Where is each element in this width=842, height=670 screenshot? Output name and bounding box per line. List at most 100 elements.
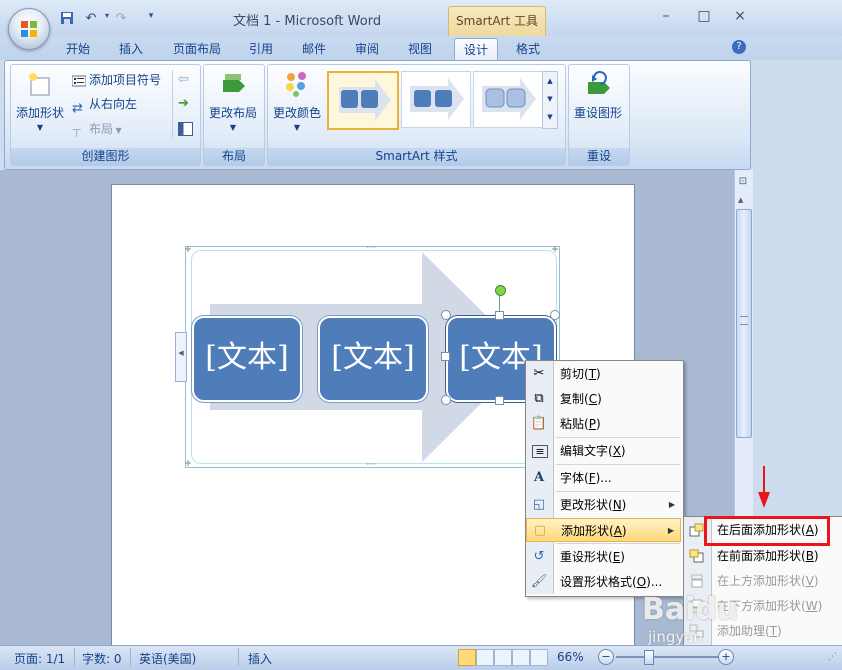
- group-label-reset: 重设: [569, 148, 629, 165]
- change-colors-label: 更改颜色: [272, 106, 321, 120]
- menu-item-paste[interactable]: 📋 粘贴(P): [526, 412, 681, 436]
- zoom-slider-knob[interactable]: [644, 650, 655, 665]
- tab-format[interactable]: 格式: [507, 38, 549, 60]
- zoom-out-button[interactable]: −: [598, 649, 614, 665]
- change-layout-button[interactable]: 更改布局 ▼: [205, 70, 261, 132]
- highlight-box: [704, 516, 830, 546]
- word-count[interactable]: 字数: 0: [82, 650, 122, 667]
- add-shape-icon: ▢: [533, 523, 547, 538]
- add-bullet-button[interactable]: 添加项目符号: [72, 70, 161, 90]
- draft-view-button[interactable]: [530, 649, 548, 666]
- office-button[interactable]: [8, 8, 50, 50]
- layout-dropdown[interactable]: ⊤ 布局 ▼: [72, 119, 122, 140]
- resize-handle[interactable]: [441, 310, 451, 320]
- submenu-item-add-above[interactable]: 在上方添加形状(V): [684, 569, 842, 594]
- scissors-icon: ✂: [533, 366, 545, 381]
- rotate-handle[interactable]: [495, 285, 506, 296]
- zoom-slider-track[interactable]: [616, 656, 720, 658]
- tab-design[interactable]: 设计: [454, 38, 499, 61]
- menu-item-add-shape[interactable]: ▢ 添加形状(A) ▶: [526, 518, 681, 542]
- menu-separator: [556, 491, 680, 492]
- tab-page-layout[interactable]: 页面布局: [164, 38, 230, 60]
- smartart-box-1[interactable]: [文本]: [192, 316, 302, 402]
- annotation-arrow-icon: [758, 466, 770, 508]
- change-layout-label: 更改布局: [208, 106, 257, 120]
- web-layout-view-button[interactable]: [494, 649, 512, 666]
- tab-references[interactable]: 引用: [240, 38, 282, 60]
- status-divider: [74, 648, 75, 666]
- scroll-up-icon[interactable]: ▲: [738, 196, 743, 204]
- zoom-level[interactable]: 66%: [557, 650, 584, 664]
- redo-icon[interactable]: ↷: [112, 11, 130, 27]
- menu-item-copy[interactable]: ⧉ 复制(C): [526, 387, 681, 411]
- swap-arrows-icon: ⇄: [72, 100, 83, 116]
- tab-home[interactable]: 开始: [57, 38, 99, 60]
- change-colors-button[interactable]: 更改颜色 ▼: [270, 70, 324, 132]
- status-divider: [130, 648, 131, 666]
- add-shape-icon: [29, 73, 50, 96]
- style-thumb-1[interactable]: [327, 71, 399, 130]
- menu-item-cut[interactable]: ✂ 剪切(T): [526, 362, 681, 386]
- layout-label: 布局: [89, 122, 114, 136]
- insert-mode[interactable]: 插入: [248, 650, 272, 667]
- tab-review[interactable]: 审阅: [346, 38, 388, 60]
- customize-icon[interactable]: ▾: [142, 11, 160, 27]
- page-indicator[interactable]: 页面: 1/1: [14, 650, 65, 667]
- maximize-button[interactable]: □: [693, 8, 715, 28]
- text-pane-expand-tab[interactable]: ◀: [175, 332, 187, 382]
- bullet-list-icon: [72, 75, 86, 86]
- resize-handle[interactable]: [495, 396, 504, 405]
- more-styles-icon[interactable]: ▼: [543, 108, 557, 126]
- promote-arrow-icon[interactable]: ⇦: [178, 72, 189, 87]
- right-to-left-button[interactable]: ⇄ 从右向左: [72, 94, 138, 116]
- style-thumb-2[interactable]: [401, 71, 471, 128]
- chevron-down-icon: ▼: [113, 126, 122, 135]
- scroll-up-icon[interactable]: ▲: [543, 72, 557, 90]
- menu-item-change-shape[interactable]: ◱ 更改形状(N) ▶: [526, 493, 681, 517]
- menu-item-font[interactable]: A 字体(F)...: [526, 466, 681, 490]
- resize-grip-icon[interactable]: ⋰: [828, 652, 837, 662]
- menu-separator: [556, 464, 680, 465]
- watermark: Baidu: [642, 592, 739, 627]
- language-indicator[interactable]: 英语(美国): [139, 650, 196, 667]
- print-layout-view-button[interactable]: [458, 649, 476, 666]
- resize-handle[interactable]: [550, 310, 560, 320]
- minimize-button[interactable]: –: [655, 8, 677, 28]
- reset-shape-icon: ↺: [533, 549, 545, 564]
- resize-handle[interactable]: [441, 395, 451, 405]
- text-pane-icon[interactable]: [178, 122, 193, 136]
- tab-mailings[interactable]: 邮件: [293, 38, 335, 60]
- menu-separator: [556, 543, 680, 544]
- menu-separator: [556, 437, 680, 438]
- chevron-down-icon: ▼: [229, 123, 237, 132]
- menu-item-format-shape[interactable]: 🖌 设置形状格式(O)...: [526, 570, 681, 594]
- right-to-left-label: 从右向左: [89, 97, 138, 111]
- scroll-down-icon[interactable]: ▼: [543, 90, 557, 108]
- full-screen-view-button[interactable]: [476, 649, 494, 666]
- submenu-item-add-before[interactable]: 在前面添加形状(B): [684, 544, 842, 569]
- tab-view[interactable]: 视图: [399, 38, 441, 60]
- styles-scroll: ▲ ▼ ▼: [542, 71, 558, 129]
- hierarchy-icon: ⊤: [72, 126, 82, 140]
- outline-view-button[interactable]: [512, 649, 530, 666]
- smartart-tools-label: SmartArt 工具: [448, 6, 546, 37]
- menu-item-edit-text[interactable]: ≡ 编辑文字(X): [526, 439, 681, 463]
- group-label-layout: 布局: [204, 148, 264, 165]
- resize-handle[interactable]: [441, 352, 450, 361]
- add-shape-button[interactable]: 添加形状 ▼: [14, 70, 66, 132]
- demote-arrow-icon[interactable]: ➔: [178, 96, 189, 111]
- grip-icon: [740, 316, 748, 325]
- menu-item-reset-shape[interactable]: ↺ 重设形状(E): [526, 545, 681, 569]
- style-thumb-3[interactable]: [473, 71, 543, 128]
- add-bullet-label: 添加项目符号: [89, 73, 162, 87]
- tab-insert[interactable]: 插入: [110, 38, 152, 60]
- add-before-icon: [689, 549, 704, 563]
- resize-handle[interactable]: [495, 311, 504, 320]
- ruler-toggle-icon[interactable]: ⊡: [737, 176, 749, 190]
- save-icon[interactable]: [58, 11, 76, 27]
- help-icon[interactable]: ?: [732, 40, 746, 54]
- reset-graphic-button[interactable]: 重设图形: [570, 70, 626, 121]
- close-button[interactable]: ×: [729, 8, 751, 28]
- zoom-in-button[interactable]: +: [718, 649, 734, 665]
- smartart-box-2[interactable]: [文本]: [318, 316, 428, 402]
